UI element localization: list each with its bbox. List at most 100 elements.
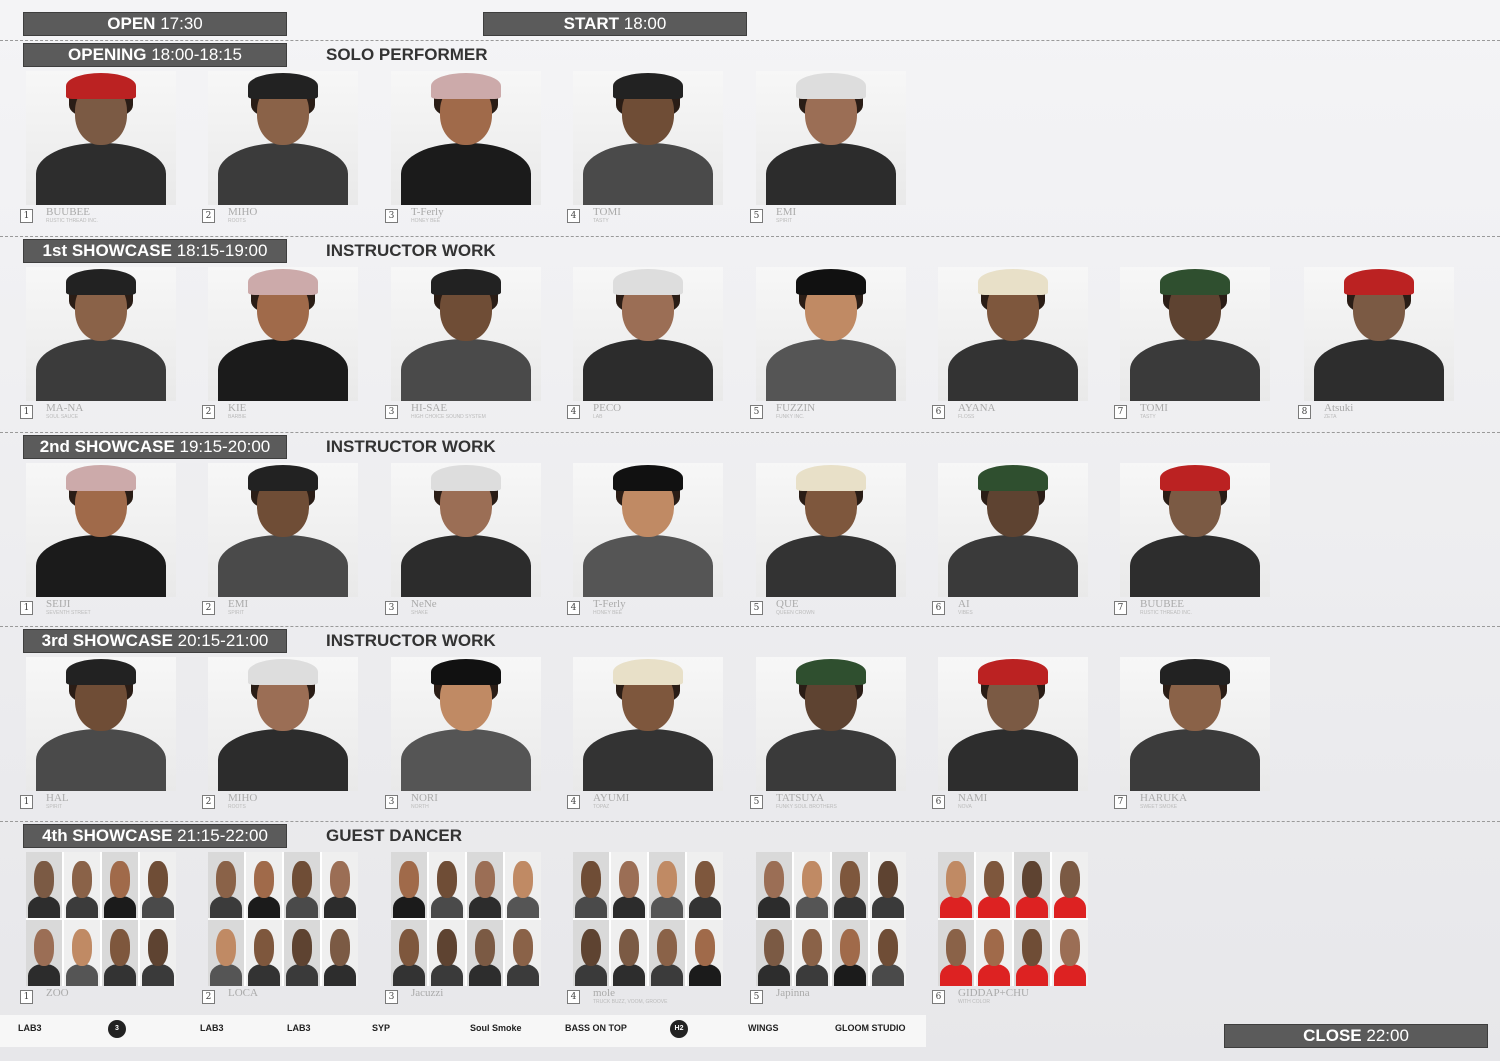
performer-team: SOUL SAUCE [46,414,79,420]
section-title: OPENING [68,45,147,64]
performer-number: 6 [932,601,945,615]
sponsor-logo: BASS ON TOP [565,1023,627,1033]
section-title: 1st SHOWCASE [42,241,172,260]
section-divider [0,432,1500,433]
performer-number: 2 [202,405,215,419]
performer-card: 6 NAMI NOVA [930,657,1090,810]
performer-name: TATSUYA [776,792,825,804]
performer-number: 2 [202,601,215,615]
performer-card: 1 HAL SPIRIT [18,657,178,810]
performer-team: FLOSS [958,414,975,420]
performer-number: 4 [567,795,580,809]
performer-number: 8 [1298,405,1311,419]
performer-card: 2 MIHO ROOTS [200,71,360,224]
section-time: 18:00-18:15 [151,45,242,64]
performer-photo [26,657,176,791]
section-title: 2nd SHOWCASE [39,437,175,456]
performer-card: 1 BUUBEE RUSTIC THREAD INC. [18,71,178,224]
section-divider [0,40,1500,41]
performer-number: 3 [385,601,398,615]
performer-photo [573,657,723,791]
section-title-box: 2nd SHOWCASE 19:15-20:00 [24,436,286,458]
performer-number: 4 [567,990,580,1004]
performer-card: 5 FUZZIN FUNKY INC. [748,267,908,420]
performer-name: T-Ferly [593,598,626,610]
performer-photo [573,267,723,401]
performer-card: 4 PECO LAB [565,267,725,420]
performer-number: 2 [202,795,215,809]
performer-photo [208,267,358,401]
performer-name: NAMI [958,792,988,804]
performer-team: QUEEN CROWN [776,610,815,616]
performer-photo [756,463,906,597]
performer-photo [208,71,358,205]
performer-photo [938,852,1088,986]
performer-team: HIGH CHOICE SOUND SYSTEM [411,414,486,420]
performer-photo [26,463,176,597]
performer-name: AYUMI [593,792,630,804]
performer-name: AI [958,598,970,610]
performer-card: 4 mole TRUCK BUZZ, VOOM, GROOVE [565,852,725,1005]
performer-photo [1120,463,1270,597]
performer-team: HONEY BEE [411,218,441,224]
performer-number: 7 [1114,601,1127,615]
performer-number: 2 [202,209,215,223]
performer-card: 7 BUUBEE RUSTIC THREAD INC. [1112,463,1272,616]
performer-card: 3 Jacuzzi [383,852,543,1004]
performer-photo [756,71,906,205]
performer-photo [208,852,358,986]
performer-team: LAB [593,414,603,420]
performer-team: RUSTIC THREAD INC. [1140,610,1192,616]
performer-number: 5 [750,990,763,1004]
sponsor-logo: LAB3 [287,1023,311,1033]
performer-number: 1 [20,405,33,419]
performer-number: 3 [385,990,398,1004]
start-time-box: START 18:00 [484,13,746,35]
performer-team: WITH COLOR [958,999,990,1005]
performer-photo [573,852,723,986]
performer-card: 6 AI VIBES [930,463,1090,616]
performer-card: 2 KIE BARBIE [200,267,360,420]
performer-number: 1 [20,990,33,1004]
section-title-box: 1st SHOWCASE 18:15-19:00 [24,240,286,262]
performer-team: SWEET SMOKE [1140,804,1178,810]
performer-photo [26,267,176,401]
performer-name: BUUBEE [1140,598,1184,610]
performer-name: GIDDAP+CHU [958,987,1029,999]
performer-name: MA-NA [46,402,84,414]
close-time-box: CLOSE 22:00 [1225,1025,1487,1047]
performer-number: 1 [20,209,33,223]
performer-name: T-Ferly [411,206,444,218]
performer-card: 4 T-Ferly HONEY BEE [565,463,725,616]
performer-number: 5 [750,405,763,419]
section-time: 18:15-19:00 [176,241,268,260]
start-label: START [563,14,620,33]
performer-number: 5 [750,601,763,615]
performer-team: SPIRIT [228,610,245,616]
section-subtitle: GUEST DANCER [326,826,463,845]
performer-team: NORTH [411,804,429,810]
performer-name: HAL [46,792,69,804]
performer-photo [208,657,358,791]
section-title-box: 3rd SHOWCASE 20:15-21:00 [24,630,286,652]
performer-name: FUZZIN [776,402,816,414]
section-time: 19:15-20:00 [179,437,271,456]
performer-team: FUNKY INC. [776,414,805,420]
performer-name: QUE [776,598,799,610]
performer-name: NeNe [411,598,437,610]
performer-card: 5 EMI SPIRIT [748,71,908,224]
section-subtitle: SOLO PERFORMER [326,45,488,64]
performer-team: HONEY BEE [593,610,623,616]
section-title: 3rd SHOWCASE [41,631,173,650]
performer-number: 4 [567,405,580,419]
performer-number: 4 [567,601,580,615]
performer-card: 8 Atsuki ZETA [1296,267,1456,420]
performer-card: 7 HARUKA SWEET SMOKE [1112,657,1272,810]
performer-number: 7 [1114,405,1127,419]
performer-card: 2 LOCA [200,852,360,1004]
performer-name: TOMI [593,206,621,218]
performer-card: 3 NORI NORTH [383,657,543,810]
performer-photo [26,852,176,986]
performer-name: Japinna [776,987,810,999]
performer-card: 1 MA-NA SOUL SAUCE [18,267,178,420]
